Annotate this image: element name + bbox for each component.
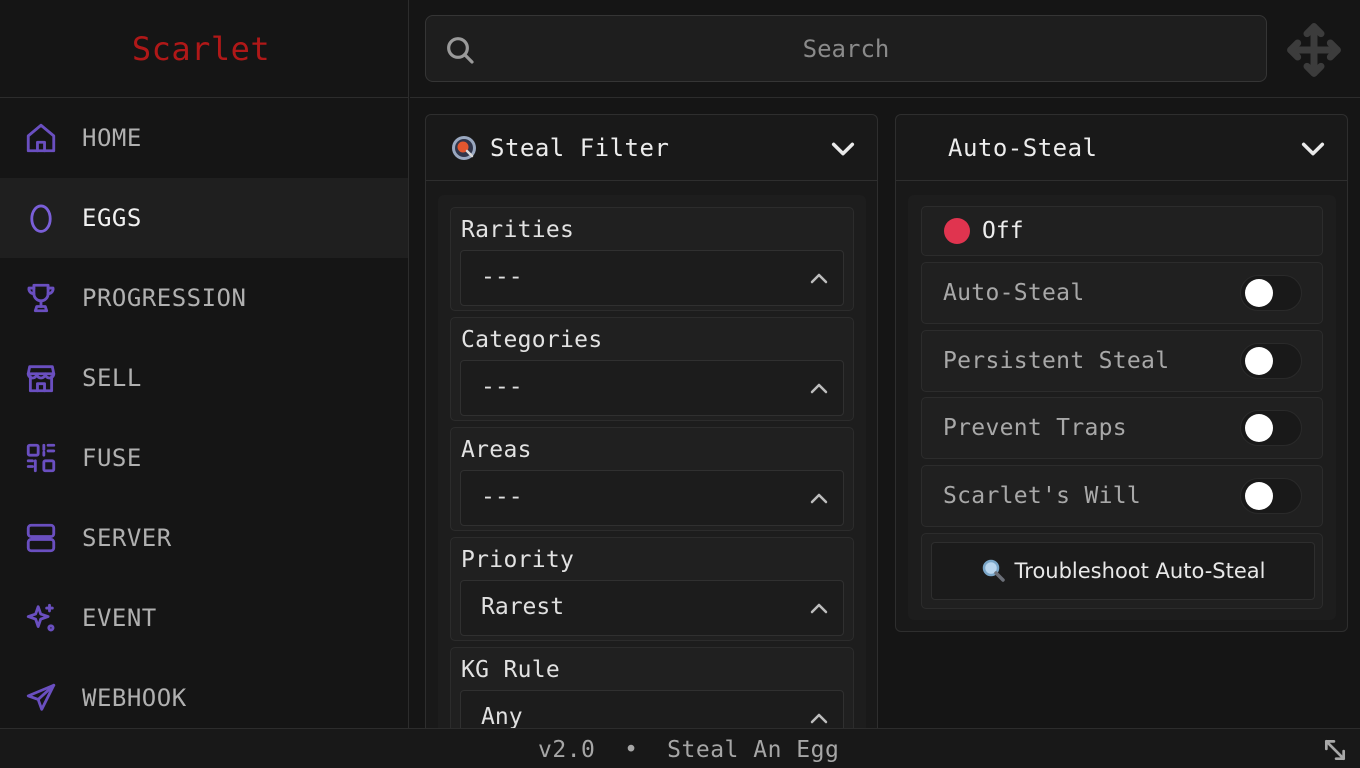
areas-dropdown[interactable]: --- <box>460 470 844 526</box>
dropdown-value: Rarest <box>481 594 565 620</box>
toggle-label: Persistent Steal <box>943 348 1170 374</box>
steal-filter-body: Rarities --- Categories --- Areas --- Pr… <box>438 195 866 753</box>
search-input[interactable] <box>426 16 1266 81</box>
fuse-icon <box>22 439 60 477</box>
switch-knob <box>1245 414 1273 442</box>
field-label: Rarities <box>461 217 575 243</box>
rarities-field: Rarities --- <box>450 207 854 311</box>
send-icon <box>22 679 60 717</box>
resize-icon[interactable] <box>1322 737 1348 763</box>
chevron-up-icon <box>807 267 831 291</box>
troubleshoot-button[interactable]: Troubleshoot Auto-Steal <box>931 542 1315 600</box>
egg-icon <box>22 199 60 237</box>
priority-dropdown[interactable]: Rarest <box>460 580 844 636</box>
sidebar-item-server[interactable]: SERVER <box>0 498 408 578</box>
sidebar-item-label: WEBHOOK <box>82 684 187 712</box>
footer-separator: • <box>624 737 639 763</box>
sidebar-nav: HOME EGGS PROGRESSION SELL FUSE SERVER E… <box>0 98 408 738</box>
troubleshoot-label: Troubleshoot Auto-Steal <box>1014 559 1266 583</box>
status-row: Off <box>921 206 1323 256</box>
top-bar <box>410 0 1360 98</box>
sidebar-item-webhook[interactable]: WEBHOOK <box>0 658 408 738</box>
app-title: Scarlet <box>131 29 271 68</box>
sidebar-item-fuse[interactable]: FUSE <box>0 418 408 498</box>
chevron-up-icon <box>807 597 831 621</box>
chevron-up-icon <box>807 377 831 401</box>
search-icon <box>444 34 476 66</box>
auto-steal-body: Off Auto-Steal Persistent Steal Prevent … <box>908 195 1336 620</box>
toggle-label: Prevent Traps <box>943 415 1127 441</box>
search-bar <box>425 15 1267 82</box>
categories-field: Categories --- <box>450 317 854 421</box>
game-name: Steal An Egg <box>667 737 840 763</box>
categories-dropdown[interactable]: --- <box>460 360 844 416</box>
version-label: v2.0 <box>538 737 596 763</box>
sidebar-item-progression[interactable]: PROGRESSION <box>0 258 408 338</box>
chevron-down-icon[interactable] <box>1299 135 1327 163</box>
steal-filter-panel: Steal Filter Rarities --- Categories ---… <box>425 114 878 754</box>
scarlets-will-toggle-row[interactable]: Scarlet's Will <box>921 465 1323 527</box>
steal-filter-icon <box>450 134 478 162</box>
scarlets-will-switch[interactable] <box>1240 478 1302 514</box>
magnifier-icon <box>981 558 1007 584</box>
dropdown-value: --- <box>481 264 523 290</box>
sidebar-item-eggs[interactable]: EGGS <box>0 178 408 258</box>
areas-field: Areas --- <box>450 427 854 531</box>
steal-filter-header[interactable]: Steal Filter <box>426 115 877 181</box>
footer-text: v2.0 • Steal An Egg <box>538 737 839 763</box>
footer: v2.0 • Steal An Egg <box>0 728 1360 768</box>
troubleshoot-row: Troubleshoot Auto-Steal <box>921 533 1323 609</box>
auto-steal-header[interactable]: Auto-Steal <box>896 115 1347 181</box>
sidebar-item-label: SELL <box>82 364 142 392</box>
field-label: Areas <box>461 437 532 463</box>
sidebar-item-label: HOME <box>82 124 142 152</box>
chevron-down-icon[interactable] <box>829 135 857 163</box>
store-icon <box>22 359 60 397</box>
persistent-steal-toggle-row[interactable]: Persistent Steal <box>921 330 1323 392</box>
sidebar: Scarlet HOME EGGS PROGRESSION SELL FUSE … <box>0 0 409 728</box>
persistent-steal-switch[interactable] <box>1240 343 1302 379</box>
move-icon[interactable] <box>1286 22 1342 78</box>
field-label: KG Rule <box>461 657 561 683</box>
status-text: Off <box>982 218 1024 244</box>
rarities-dropdown[interactable]: --- <box>460 250 844 306</box>
auto-steal-panel: Auto-Steal Off Auto-Steal Persistent Ste… <box>895 114 1348 632</box>
prevent-traps-switch[interactable] <box>1240 410 1302 446</box>
toggle-label: Scarlet's Will <box>943 483 1142 509</box>
sparkles-icon <box>22 599 60 637</box>
switch-knob <box>1245 347 1273 375</box>
auto-steal-toggle-row[interactable]: Auto-Steal <box>921 262 1323 324</box>
field-label: Categories <box>461 327 603 353</box>
sidebar-item-label: FUSE <box>82 444 142 472</box>
auto-steal-title: Auto-Steal <box>948 133 1098 162</box>
status-dot <box>944 218 970 244</box>
auto-steal-switch[interactable] <box>1240 275 1302 311</box>
priority-field: Priority Rarest <box>450 537 854 641</box>
dropdown-value: --- <box>481 484 523 510</box>
sidebar-item-label: EGGS <box>82 204 142 232</box>
dropdown-value: Any <box>481 704 523 730</box>
brand-header: Scarlet <box>0 0 408 98</box>
chevron-up-icon <box>807 487 831 511</box>
dropdown-value: --- <box>481 374 523 400</box>
switch-knob <box>1245 279 1273 307</box>
sidebar-item-event[interactable]: EVENT <box>0 578 408 658</box>
sidebar-item-label: PROGRESSION <box>82 284 247 312</box>
prevent-traps-toggle-row[interactable]: Prevent Traps <box>921 397 1323 459</box>
home-icon <box>22 119 60 157</box>
field-label: Priority <box>461 547 575 573</box>
trophy-icon <box>22 279 60 317</box>
server-icon <box>22 519 60 557</box>
switch-knob <box>1245 482 1273 510</box>
sidebar-item-home[interactable]: HOME <box>0 98 408 178</box>
toggle-label: Auto-Steal <box>943 280 1085 306</box>
sidebar-item-label: SERVER <box>82 524 172 552</box>
sidebar-item-label: EVENT <box>82 604 157 632</box>
sidebar-item-sell[interactable]: SELL <box>0 338 408 418</box>
steal-filter-title: Steal Filter <box>490 133 670 162</box>
